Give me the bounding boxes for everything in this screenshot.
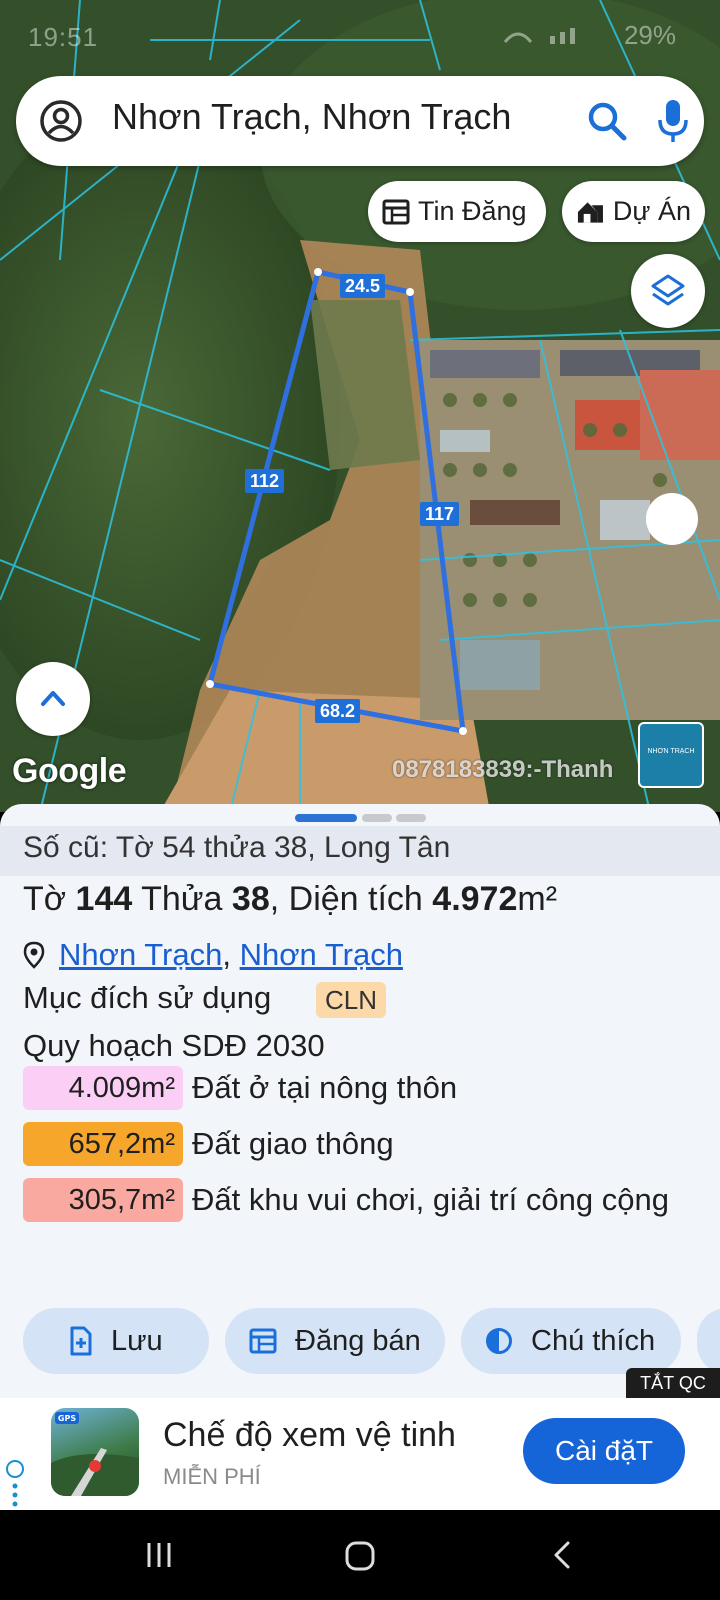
table-icon — [382, 199, 410, 224]
status-time: 19:51 — [28, 22, 99, 52]
legend-button-label: Chú thích — [531, 1324, 656, 1357]
close-ad-button[interactable]: TẮT QC — [626, 1368, 720, 1398]
location-row: Nhơn Trạch, Nhơn Trạch — [23, 934, 403, 976]
satellite-map[interactable]: 24.5 112 117 68.2 19:51 29% Nhơn Trạch, … — [0, 0, 720, 812]
status-battery: 29% — [623, 20, 676, 50]
dimension-label-right: 117 — [420, 502, 460, 526]
zone-label-residential: Đất ở tại nông thôn — [192, 1070, 458, 1105]
install-button[interactable]: Cài đặT — [523, 1418, 685, 1484]
parcel-title: Tờ 144 Thửa 38, Diện tích 4.972m² — [23, 880, 557, 919]
house-icon — [577, 201, 603, 223]
sheet-number: 144 — [75, 880, 133, 918]
post-button-label: Đăng bán — [295, 1324, 421, 1357]
search-icon[interactable] — [586, 100, 628, 142]
dimension-label-bottom: 68.2 — [315, 699, 361, 723]
layers-icon — [651, 274, 685, 306]
dimension-label-left: 112 — [245, 469, 285, 493]
zone-label-recreation: Đất khu vui chơi, giải trí công cộng — [192, 1182, 669, 1217]
legend-button[interactable]: Chú thích — [461, 1308, 681, 1374]
collapse-button[interactable] — [16, 662, 90, 736]
save-button[interactable]: Lưu — [23, 1308, 209, 1374]
project-chip-label: Dự Án — [612, 196, 691, 226]
signal-icon — [503, 28, 575, 44]
ad-info-icon[interactable] — [6, 1460, 24, 1478]
dimension-label-top: 24.5 — [340, 274, 386, 298]
map-marker-dot[interactable] — [646, 493, 698, 545]
thumbnail-label: NHƠN TRẠCH — [647, 748, 695, 755]
sheet-handle[interactable] — [396, 814, 426, 822]
sheet-handle[interactable] — [362, 814, 392, 822]
zone-area-residential: 4.009m² — [23, 1066, 183, 1110]
plan-2030-label: Quy hoạch SDĐ 2030 — [23, 1028, 325, 1063]
post-for-sale-button[interactable]: Đăng bán — [225, 1308, 445, 1374]
search-bar[interactable]: Nhơn Trạch, Nhơn Trạch — [16, 76, 704, 166]
chevron-up-icon — [41, 691, 65, 706]
land-use-code-badge: CLN — [316, 982, 387, 1018]
table-icon — [249, 1328, 277, 1354]
old-parcel-id-row: Số cũ: Tờ 54 thửa 38, Long Tân — [0, 826, 720, 876]
ad-banner[interactable]: GPS Chế độ xem vệ tinh MIỄN PHÍ Cài đặT — [0, 1398, 720, 1510]
ad-title[interactable]: Chế độ xem vệ tinh — [163, 1416, 456, 1455]
ad-icon-label: GPS — [58, 1414, 76, 1423]
google-logo: Google — [12, 752, 127, 790]
plot-number: 38 — [231, 880, 270, 918]
system-nav-bar — [0, 1510, 720, 1600]
zone-area-traffic: 657,2m² — [23, 1122, 183, 1166]
contrast-icon — [486, 1328, 512, 1354]
account-icon[interactable] — [38, 98, 84, 144]
back-icon[interactable] — [552, 1540, 572, 1570]
location-pin-icon — [23, 941, 45, 969]
search-query[interactable]: Nhơn Trạch, Nhơn Trạch — [112, 96, 511, 138]
area-unit: m² — [517, 880, 558, 918]
layers-button[interactable] — [631, 254, 705, 328]
sheet-label: Tờ — [23, 880, 67, 918]
save-button-label: Lưu — [111, 1324, 163, 1357]
district-link[interactable]: Nhơn Trạch — [59, 937, 222, 973]
satellite-app-icon: GPS — [51, 1412, 139, 1496]
area-value: 4.972 — [432, 880, 518, 918]
home-icon[interactable] — [344, 1540, 376, 1572]
status-bar: 19:51 29% — [0, 0, 720, 70]
more-vert-icon[interactable] — [12, 1482, 18, 1508]
listing-chip-label: Tin Đăng — [418, 196, 527, 226]
plot-label: Thửa — [141, 880, 223, 918]
add-file-icon — [70, 1326, 92, 1356]
ward-link[interactable]: Nhơn Trạch — [240, 937, 403, 973]
mic-icon[interactable] — [656, 98, 690, 144]
sheet-handle-active[interactable] — [295, 814, 357, 822]
recent-apps-icon[interactable] — [144, 1540, 174, 1570]
parcel-info-sheet[interactable]: Số cũ: Tờ 54 thửa 38, Long Tân Tờ 144 Th… — [0, 804, 720, 1398]
old-parcel-id: Số cũ: Tờ 54 thửa 38, Long Tân — [23, 831, 451, 864]
project-chip[interactable]: Dự Án — [562, 181, 705, 242]
more-actions-button[interactable] — [697, 1308, 720, 1374]
zone-label-traffic: Đất giao thông — [192, 1126, 394, 1161]
area-label: , Diện tích — [269, 880, 423, 918]
zone-area-recreation: 305,7m² — [23, 1178, 183, 1222]
ad-subtitle: MIỄN PHÍ — [163, 1464, 261, 1489]
ad-app-icon[interactable]: GPS — [51, 1408, 139, 1496]
location-separator: , — [222, 937, 231, 972]
phone-watermark: 0878183839:-Thanh — [392, 756, 614, 783]
area-thumbnail[interactable]: NHƠN TRẠCH — [638, 722, 704, 788]
land-use-purpose-label: Mục đích sử dụng — [23, 980, 272, 1015]
listing-chip[interactable]: Tin Đăng — [368, 181, 546, 242]
